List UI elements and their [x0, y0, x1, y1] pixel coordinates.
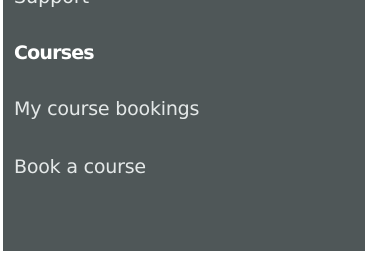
- clipped-menu-item[interactable]: Support: [14, 0, 89, 8]
- nav-link-book-a-course[interactable]: Book a course: [14, 155, 146, 179]
- sidebar-panel: Support Courses My course bookings Book …: [3, 0, 365, 251]
- nav-link-my-course-bookings[interactable]: My course bookings: [14, 97, 199, 121]
- section-heading-courses: Courses: [14, 42, 95, 64]
